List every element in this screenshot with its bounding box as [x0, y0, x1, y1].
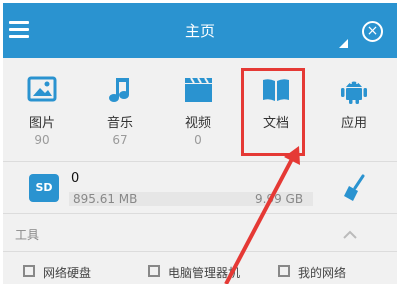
tools-title: 工具 [15, 228, 40, 242]
broom-icon[interactable] [343, 174, 367, 202]
image-icon [27, 76, 57, 102]
app-frame: 主页 × 图片 90 音乐 67 视频 0 文档 应用 SD 0 895.61 … [3, 3, 397, 284]
category-images[interactable]: 图片 90 [3, 58, 81, 161]
computer-icon [148, 265, 160, 277]
music-icon [109, 78, 129, 102]
category-grid: 图片 90 音乐 67 视频 0 文档 应用 [3, 58, 397, 161]
chevron-up-icon[interactable] [343, 228, 357, 242]
category-label: 视频 [184, 116, 211, 131]
storage-used: 895.61 MB [73, 192, 138, 206]
network-icon [278, 265, 290, 277]
category-count: 0 [194, 133, 202, 147]
dropdown-corner-icon[interactable] [339, 39, 348, 48]
tools-header[interactable]: 工具 [3, 213, 397, 251]
storage-count: 0 [71, 171, 80, 186]
sd-card-icon: SD [29, 174, 59, 202]
category-count: 90 [34, 133, 50, 147]
disk-icon [23, 265, 35, 277]
storage-row[interactable]: SD 0 895.61 MB 9.99 GB [3, 161, 397, 213]
category-apps[interactable]: 应用 [315, 58, 393, 161]
category-label: 应用 [340, 116, 367, 131]
tool-label: 网络硬盘 [43, 266, 92, 280]
tool-label: 我的网络 [298, 266, 347, 280]
close-icon[interactable]: × [362, 21, 383, 42]
category-label: 音乐 [106, 116, 133, 131]
storage-total: 9.99 GB [255, 192, 304, 206]
category-music[interactable]: 音乐 67 [81, 58, 159, 161]
category-count: 67 [112, 133, 128, 147]
header-bar: 主页 × [3, 3, 397, 58]
tool-label: 电脑管理器机 [168, 266, 241, 280]
category-label: 图片 [28, 116, 55, 131]
android-icon [341, 81, 367, 104]
video-icon [185, 77, 212, 102]
highlight-box [241, 68, 305, 156]
category-video[interactable]: 视频 0 [159, 58, 237, 161]
tools-row: 网络硬盘 电脑管理器机 我的网络 [3, 251, 397, 284]
page-title: 主页 [184, 22, 215, 40]
